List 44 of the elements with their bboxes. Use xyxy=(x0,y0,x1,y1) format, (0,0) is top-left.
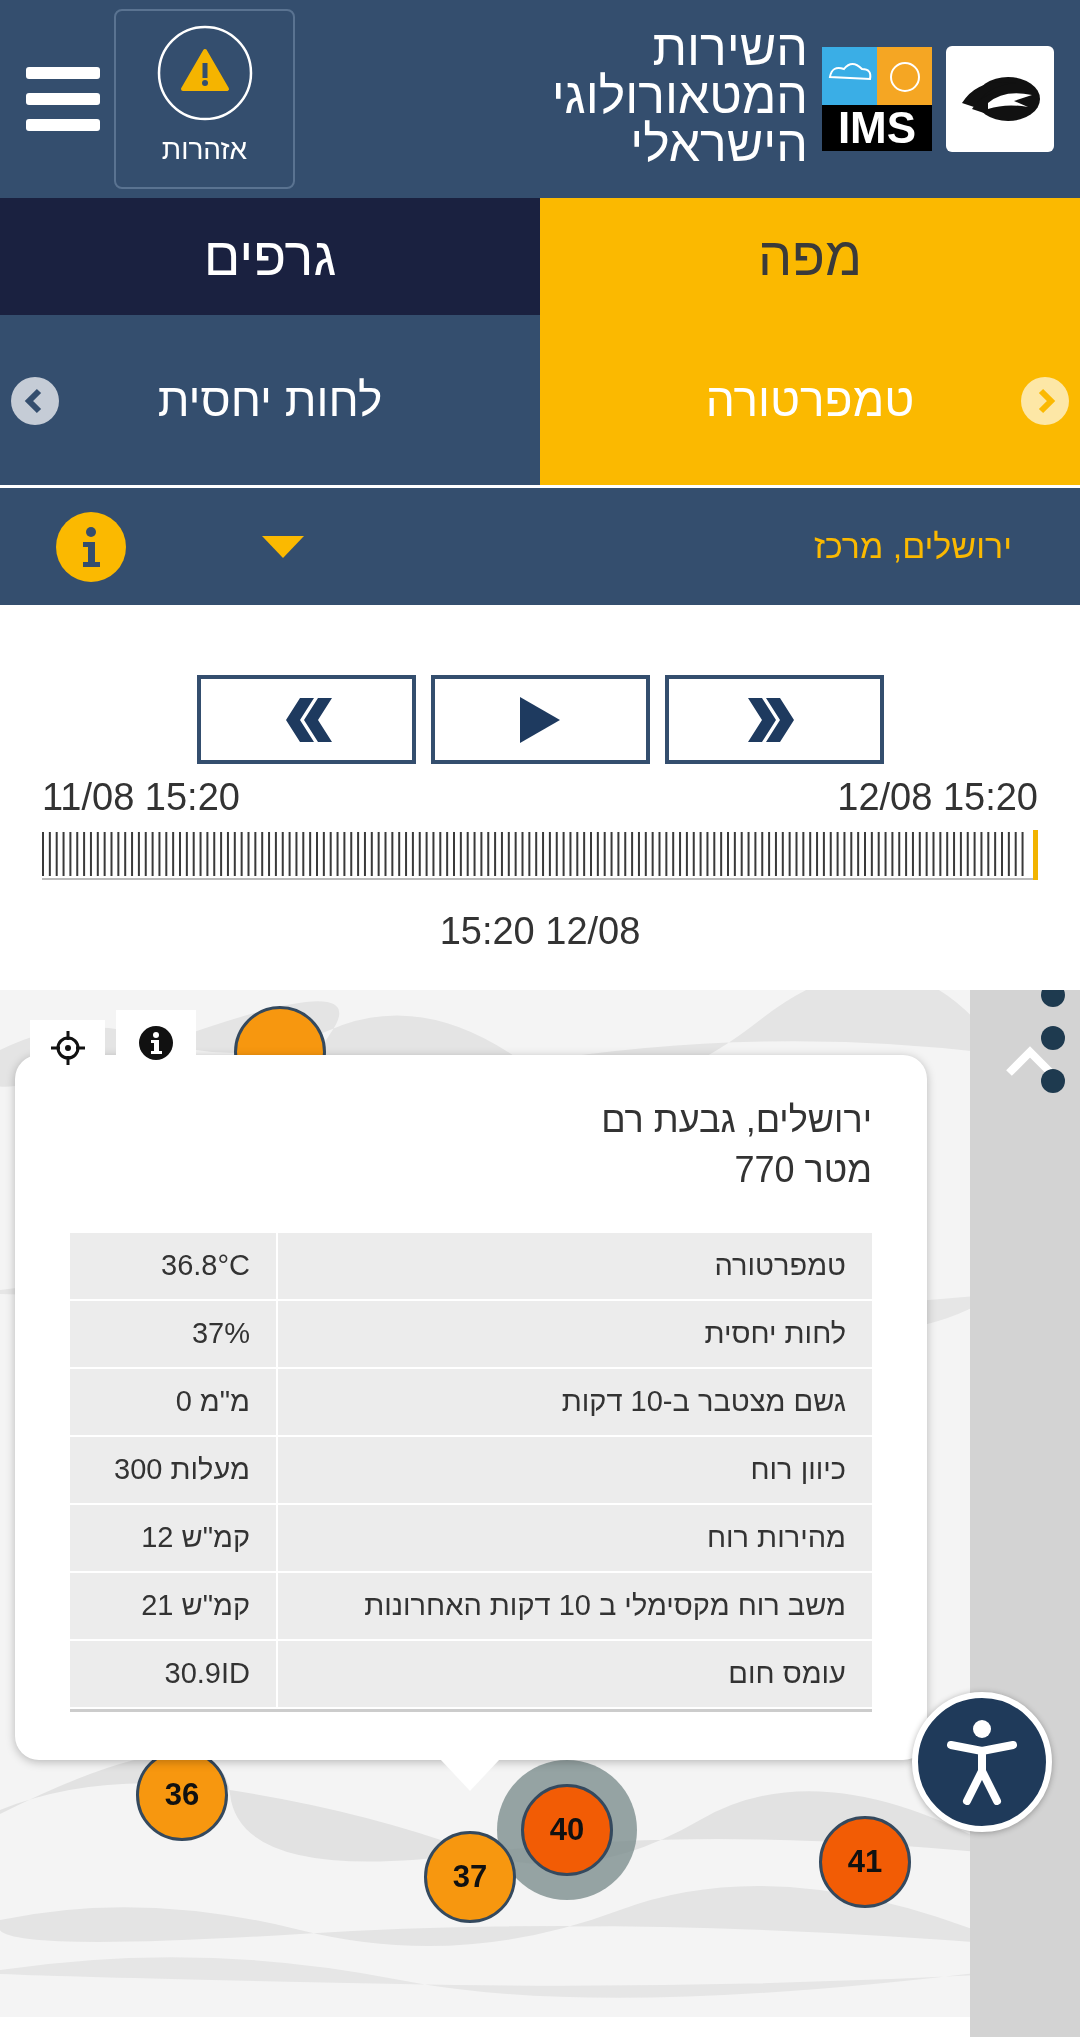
more-icon[interactable] xyxy=(1040,990,1066,1094)
view-tab[interactable]: גרפים xyxy=(0,198,540,315)
property-value: 36.8°C xyxy=(161,1248,250,1284)
property-value: 30.9ID xyxy=(164,1656,250,1692)
info-icon[interactable] xyxy=(56,511,126,582)
info-icon xyxy=(139,1025,173,1060)
forward-button[interactable] xyxy=(664,675,884,764)
property-value: 0 מ"מ xyxy=(175,1384,250,1420)
property-value: 37% xyxy=(191,1316,250,1352)
site-title-line: המטאורולוגי xyxy=(551,72,808,120)
slider-thumb[interactable] xyxy=(1033,830,1038,880)
station-name: ירושלים, גבעת רם xyxy=(600,1098,872,1142)
play-button[interactable] xyxy=(430,675,650,764)
cloud-icon xyxy=(822,47,877,105)
property-value: 21 קמ"ש xyxy=(141,1588,250,1624)
station-elevation: 770 מטר xyxy=(734,1148,872,1192)
caret-icon xyxy=(262,535,304,558)
menu-icon[interactable] xyxy=(26,67,100,131)
chevron-up-icon[interactable] xyxy=(1005,1045,1055,1077)
current-time: 15:20 12/08 xyxy=(439,909,641,954)
property-label: לחות יחסית xyxy=(703,1316,847,1352)
site-title-line: הישראלי xyxy=(630,120,808,168)
rewind-button[interactable] xyxy=(196,675,416,764)
timeline-slider[interactable] xyxy=(42,830,1038,880)
property-label: עומס חום xyxy=(727,1656,847,1692)
view-tab[interactable]: מפה xyxy=(540,198,1080,315)
property-value: 12 קמ"ש xyxy=(141,1520,250,1556)
accessibility-icon xyxy=(947,1719,1017,1805)
property-label: כיוון רוח xyxy=(749,1452,847,1488)
alerts-button[interactable]: אזהרות xyxy=(114,9,295,189)
chevron-left-icon[interactable] xyxy=(11,377,59,425)
property-label: מהירות רוח xyxy=(705,1520,847,1556)
crosshair-icon xyxy=(50,1030,85,1065)
property-value: 300 מעלות xyxy=(114,1452,250,1488)
property-label: טמפרטורה xyxy=(713,1248,847,1284)
play-icon xyxy=(520,696,560,743)
start-time: 11/08 15:20 xyxy=(42,775,240,820)
warning-icon xyxy=(156,25,253,121)
end-time: 12/08 15:20 xyxy=(837,775,1038,820)
property-label: גשם מצטבר ב-10 דקות xyxy=(560,1384,847,1420)
sun-icon xyxy=(877,47,932,105)
property-label: משב רוח מקסימלי ב 10 דקות האחרונות xyxy=(363,1588,847,1624)
site-title-line: השירות xyxy=(652,24,808,72)
logo-text: IMS xyxy=(836,105,918,151)
